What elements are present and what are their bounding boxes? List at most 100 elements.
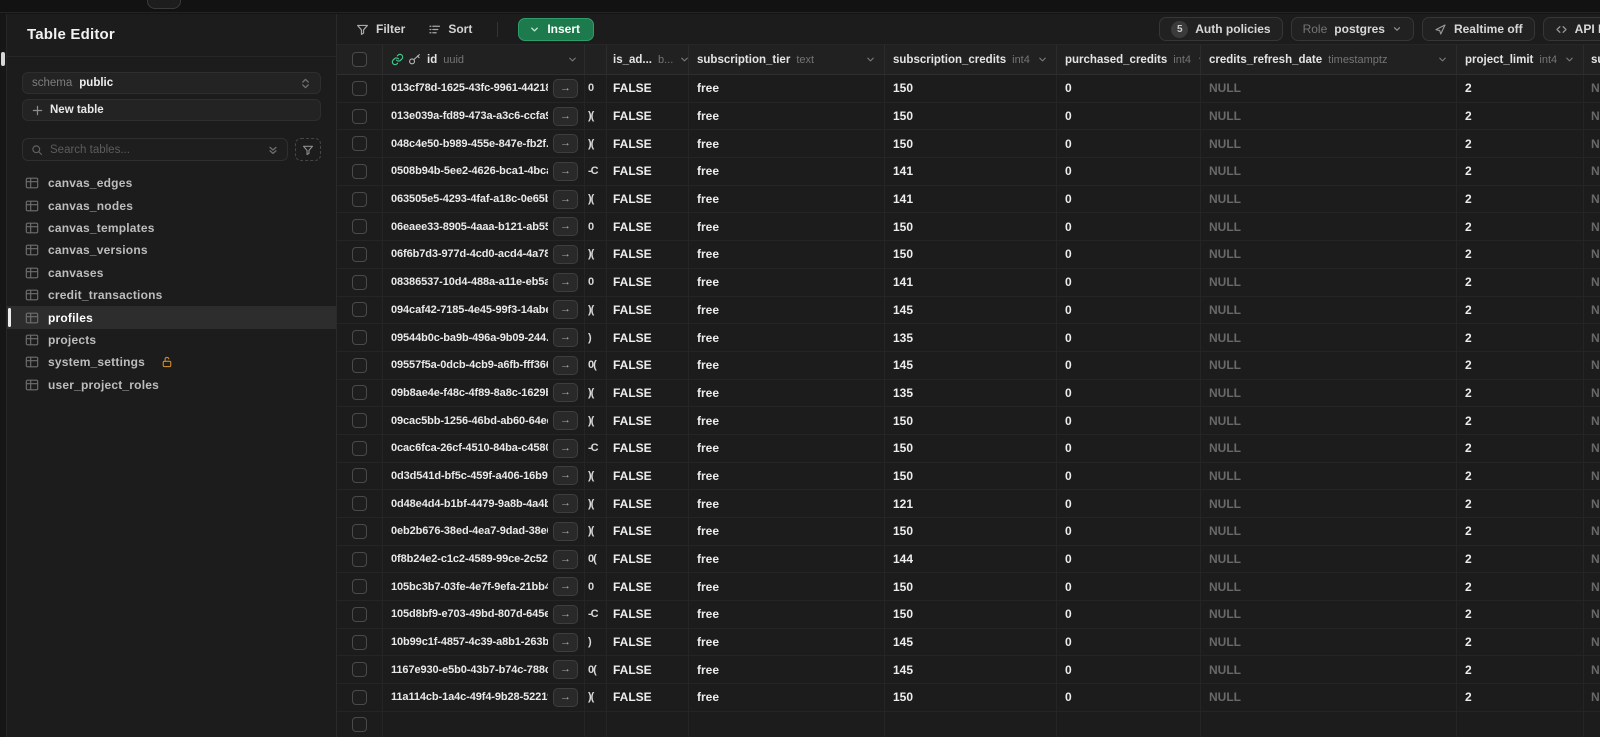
cell-purchased-credits[interactable]: 0 [1065,386,1072,400]
cell-id[interactable]: 105d8bf9-e703-49bd-807d-645e... [391,608,548,620]
cell-overflow[interactable]: N [1591,303,1600,317]
cell-purchased-credits[interactable]: 0 [1065,524,1072,538]
cell-fragment[interactable]: )( [588,525,594,537]
cell-subscription-tier[interactable]: free [697,331,719,345]
cell-fragment[interactable]: -C [588,608,599,620]
cell-subscription-credits[interactable]: 145 [893,358,913,372]
cell-project-limit[interactable]: 2 [1465,607,1472,621]
chevrons-down-icon[interactable] [267,144,279,156]
cell-purchased-credits[interactable]: 0 [1065,497,1072,511]
cell-purchased-credits[interactable]: 0 [1065,580,1072,594]
insert-button[interactable]: Insert [518,17,595,41]
cell-subscription-credits[interactable]: 141 [893,164,913,178]
cell-subscription-tier[interactable]: free [697,109,719,123]
sidebar-item-system_settings[interactable]: system_settings [7,351,336,373]
cell-overflow[interactable]: N [1591,469,1600,483]
cell-project-limit[interactable]: 2 [1465,552,1472,566]
cell-subscription-credits[interactable]: 141 [893,192,913,206]
cell-subscription-credits[interactable]: 150 [893,109,913,123]
cell-purchased-credits[interactable]: 0 [1065,220,1072,234]
cell-purchased-credits[interactable]: 0 [1065,469,1072,483]
cell-fragment[interactable]: )( [588,110,594,122]
cell-purchased-credits[interactable]: 0 [1065,303,1072,317]
cell-credits-refresh-date[interactable]: NULL [1209,303,1241,317]
cell-overflow[interactable]: N [1591,247,1600,261]
api-docs-button[interactable]: API Do [1542,17,1600,41]
chevron-down-icon[interactable] [567,54,578,65]
expand-row-button[interactable]: → [553,466,578,486]
cell-subscription-credits[interactable]: 150 [893,137,913,151]
cell-is-admin[interactable]: FALSE [613,663,652,677]
row-checkbox[interactable] [352,716,367,732]
cell-id[interactable]: 10b99c1f-4857-4c39-a8b1-263b8... [391,636,548,648]
cell-subscription-tier[interactable]: free [697,469,719,483]
cell-purchased-credits[interactable]: 0 [1065,607,1072,621]
cell-project-limit[interactable]: 2 [1465,690,1472,704]
cell-project-limit[interactable]: 2 [1465,275,1472,289]
cell-fragment[interactable]: )( [588,691,594,703]
cell-id[interactable]: 063505e5-4293-4faf-a18c-0e65b... [391,193,548,205]
expand-row-button[interactable]: → [553,244,578,264]
cell-credits-refresh-date[interactable]: NULL [1209,109,1241,123]
row-checkbox[interactable] [352,662,367,678]
cell-purchased-credits[interactable]: 0 [1065,552,1072,566]
cell-id[interactable]: 0cac6fca-26cf-4510-84ba-c4580... [391,442,548,454]
sort-button[interactable]: Sort [423,18,477,40]
row-checkbox[interactable] [352,440,367,456]
cell-id[interactable]: 013e039a-fd89-473a-a3c6-ccfa9... [391,110,548,122]
cell-project-limit[interactable]: 2 [1465,635,1472,649]
cell-subscription-tier[interactable]: free [697,192,719,206]
sidebar-item-canvas_templates[interactable]: canvas_templates [7,217,336,239]
row-checkbox[interactable] [352,191,367,207]
sidebar-filter-button[interactable] [295,138,321,161]
filter-button[interactable]: Filter [351,18,410,40]
sidebar-item-projects[interactable]: projects [7,329,336,351]
cell-fragment[interactable]: 0 [588,82,594,94]
cell-fragment[interactable]: )( [588,138,594,150]
cell-subscription-credits[interactable]: 150 [893,524,913,538]
cell-project-limit[interactable]: 2 [1465,81,1472,95]
cell-overflow[interactable]: N [1591,331,1600,345]
header-purchased-credits[interactable]: purchased_credits int4 [1057,45,1201,74]
cell-fragment[interactable]: 0 [588,276,594,288]
cell-subscription-credits[interactable]: 135 [893,331,913,345]
cell-credits-refresh-date[interactable]: NULL [1209,192,1241,206]
cell-project-limit[interactable]: 2 [1465,220,1472,234]
cell-is-admin[interactable]: FALSE [613,358,652,372]
expand-row-button[interactable]: → [553,521,578,541]
header-overflow[interactable]: su [1584,45,1600,74]
header-fragment[interactable] [585,45,607,74]
cell-project-limit[interactable]: 2 [1465,497,1472,511]
header-project-limit[interactable]: project_limit int4 [1457,45,1584,74]
cell-credits-refresh-date[interactable]: NULL [1209,552,1241,566]
cell-subscription-credits[interactable]: 150 [893,414,913,428]
sidebar-item-canvases[interactable]: canvases [7,262,336,284]
cell-subscription-credits[interactable]: 150 [893,690,913,704]
cell-is-admin[interactable]: FALSE [613,109,652,123]
cell-overflow[interactable]: N [1591,358,1600,372]
cell-subscription-tier[interactable]: free [697,137,719,151]
cell-credits-refresh-date[interactable]: NULL [1209,386,1241,400]
cell-fragment[interactable]: )( [588,387,594,399]
cell-is-admin[interactable]: FALSE [613,607,652,621]
expand-row-button[interactable]: → [553,687,578,707]
cell-subscription-credits[interactable]: 121 [893,497,913,511]
cell-subscription-tier[interactable]: free [697,552,719,566]
cell-purchased-credits[interactable]: 0 [1065,109,1072,123]
expand-row-button[interactable]: → [553,549,578,569]
cell-overflow[interactable]: N [1591,137,1600,151]
row-checkbox[interactable] [352,634,367,650]
cell-credits-refresh-date[interactable]: NULL [1209,331,1241,345]
cell-subscription-credits[interactable]: 150 [893,607,913,621]
cell-is-admin[interactable]: FALSE [613,690,652,704]
cell-id[interactable]: 1167e930-e5b0-43b7-b74c-788c9... [391,664,548,676]
cell-purchased-credits[interactable]: 0 [1065,663,1072,677]
cell-project-limit[interactable]: 2 [1465,580,1472,594]
cell-subscription-credits[interactable]: 145 [893,303,913,317]
cell-project-limit[interactable]: 2 [1465,164,1472,178]
cell-fragment[interactable]: ) [588,636,592,648]
expand-row-button[interactable]: → [553,328,578,348]
row-checkbox[interactable] [352,689,367,705]
cell-subscription-tier[interactable]: free [697,358,719,372]
realtime-toggle-button[interactable]: Realtime off [1421,17,1535,41]
